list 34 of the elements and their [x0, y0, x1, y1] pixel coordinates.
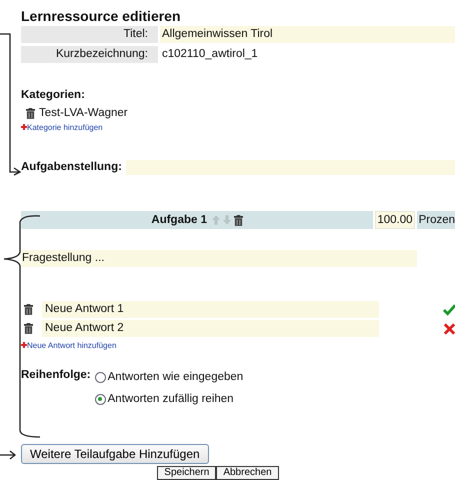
page-title: Lernressource editieren: [21, 8, 182, 26]
input-field[interactable]: Allgemeinwissen Tirol: [160, 26, 455, 43]
category-label: Test-LVA-Wagner: [39, 107, 128, 119]
plus-icon: [21, 342, 27, 348]
field-label: Titel:: [21, 26, 158, 43]
trash-icon[interactable]: [26, 108, 35, 118]
field-label: Kurzbezeichnung:: [21, 46, 158, 63]
add-answer-link[interactable]: Neue Antwort hinzufügen: [21, 339, 455, 351]
answer-field[interactable]: Neue Antwort 1: [42, 301, 379, 318]
radio-button[interactable]: [94, 372, 106, 382]
order-label: Reihenfolge:: [21, 369, 91, 383]
radio-button[interactable]: [94, 394, 106, 404]
trash-icon[interactable]: [24, 304, 33, 315]
input-field[interactable]: [126, 160, 455, 174]
cross-icon[interactable]: [443, 322, 455, 334]
field-label: Aufgabenstellung:: [21, 161, 122, 173]
score-field[interactable]: 100.00: [375, 211, 415, 229]
answer-field[interactable]: Neue Antwort 2: [42, 320, 379, 337]
check-icon[interactable]: [443, 304, 455, 316]
trash-icon[interactable]: [234, 214, 243, 226]
plus-icon: [21, 124, 27, 130]
score-unit: Prozen: [416, 211, 455, 229]
add-subtask-button[interactable]: Weitere Teilaufgabe Hinzufügen: [21, 444, 209, 464]
task-title: Aufgabe 1: [151, 214, 207, 226]
form-button[interactable]: Speichern: [157, 466, 216, 480]
input-field[interactable]: c102110_awtirol_1: [160, 46, 455, 63]
question-field[interactable]: Fragestellung ...: [21, 250, 417, 267]
leader-arrow: [0, 450, 16, 460]
form-button[interactable]: Abbrechen: [216, 466, 279, 480]
trash-icon[interactable]: [24, 323, 33, 334]
radio-option[interactable]: Antworten zufällig reihen: [94, 391, 244, 407]
add-category-link[interactable]: Kategorie hinzufügen: [21, 121, 455, 133]
radio-option[interactable]: Antworten wie eingegeben: [94, 369, 244, 385]
section-heading: Kategorien:: [21, 89, 86, 103]
